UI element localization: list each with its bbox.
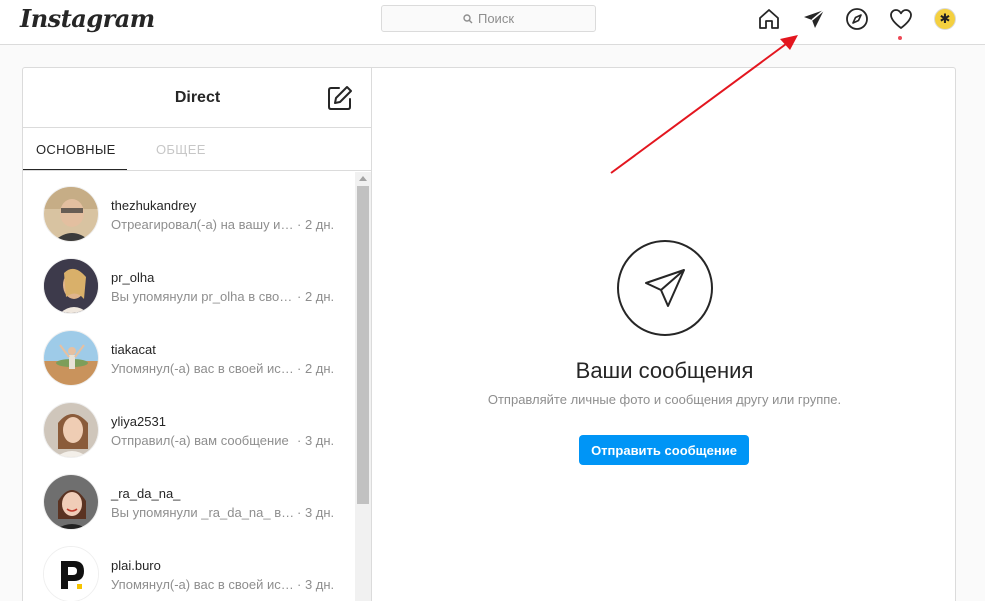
thread-time: · 2 дн.	[297, 289, 335, 304]
direct-icon	[645, 269, 685, 307]
tab-general[interactable]: ОБЩЕЕ	[156, 142, 206, 157]
thread-item[interactable]: pr_olha Вы упомянули pr_olha в своей ист…	[23, 244, 355, 316]
search-placeholder: Поиск	[477, 11, 515, 26]
thread-preview: Упомянул(-а) вас в своей истории	[111, 577, 295, 592]
thread-username: plai.buro	[111, 558, 161, 573]
thread-username: thezhukandrey	[111, 198, 197, 213]
send-message-button[interactable]: Отправить сообщение	[579, 435, 749, 465]
thread-list: thezhukandrey Отреагировал(-а) на вашу и…	[23, 172, 355, 601]
explore-icon[interactable]	[845, 7, 869, 31]
thread-preview: Упомянул(-а) вас в своей истории	[111, 361, 295, 376]
thread-item[interactable]: thezhukandrey Отреагировал(-а) на вашу и…	[23, 172, 355, 244]
empty-state-subtitle: Отправляйте личные фото и сообщения друг…	[487, 392, 842, 407]
thread-item[interactable]: _ra_da_na_ Вы упомянули _ra_da_na_ в сво…	[23, 460, 355, 532]
inbox-title: Direct	[174, 89, 221, 106]
thread-preview: Отправил(-а) вам сообщение	[111, 433, 289, 448]
inbox-tabs: ОСНОВНЫЕ ОБЩЕЕ	[23, 128, 372, 171]
thread-username: _ra_da_na_	[111, 486, 181, 501]
avatar	[43, 474, 99, 530]
top-navigation-bar: Instagram Поиск ✱	[0, 0, 985, 45]
thread-list-panel: Direct ОСНОВНЫЕ ОБЩЕЕ thezhukandrey Отре…	[23, 68, 372, 601]
tab-primary[interactable]: ОСНОВНЫЕ	[36, 142, 116, 157]
direct-icon[interactable]	[802, 7, 826, 31]
avatar	[43, 186, 99, 242]
avatar	[43, 546, 99, 601]
avatar	[43, 402, 99, 458]
avatar	[43, 330, 99, 386]
messages-placeholder	[617, 240, 713, 336]
search-icon	[463, 13, 473, 23]
thread-username: tiakacat	[111, 342, 156, 357]
home-icon[interactable]	[757, 7, 781, 31]
inbox-header: Direct	[23, 68, 372, 128]
thread-username: yliya2531	[111, 414, 166, 429]
thread-preview: Вы упомянули pr_olha в своей истории	[111, 289, 295, 304]
active-tab-indicator	[23, 169, 127, 170]
thread-time: · 2 дн.	[297, 217, 335, 232]
notification-dot	[898, 36, 902, 40]
thread-preview: Вы упомянули _ra_da_na_ в своей истории	[111, 505, 295, 520]
thread-item[interactable]: yliya2531 Отправил(-а) вам сообщение · 3…	[23, 388, 355, 460]
empty-state-title: Ваши сообщения	[575, 358, 754, 383]
avatar	[43, 258, 99, 314]
thread-list-scrollbar[interactable]	[355, 172, 371, 601]
conversation-panel: Ваши сообщения Отправляйте личные фото и…	[373, 68, 956, 601]
thread-preview: Отреагировал(-а) на вашу историю	[111, 217, 295, 232]
search-box[interactable]: Поиск	[381, 5, 596, 32]
profile-avatar[interactable]: ✱	[934, 8, 956, 30]
thread-item[interactable]: plai.buro Упомянул(-а) вас в своей истор…	[23, 532, 355, 601]
instagram-logo[interactable]: Instagram	[20, 4, 155, 33]
thread-time: · 2 дн.	[297, 361, 335, 376]
activity-heart-icon[interactable]	[889, 7, 913, 31]
thread-time: · 3 дн.	[297, 505, 335, 520]
thread-username: pr_olha	[111, 270, 155, 285]
snowflake-icon: ✱	[939, 11, 951, 26]
scroll-up-arrow-icon[interactable]	[359, 176, 367, 181]
plai-buro-logo-icon	[44, 547, 98, 601]
direct-inbox-container: Direct ОСНОВНЫЕ ОБЩЕЕ thezhukandrey Отре…	[22, 67, 956, 601]
scrollbar-thumb[interactable]	[357, 186, 369, 504]
thread-time: · 3 дн.	[297, 577, 335, 592]
thread-item[interactable]: tiakacat Упомянул(-а) вас в своей истори…	[23, 316, 355, 388]
thread-time: · 3 дн.	[297, 433, 335, 448]
new-message-icon[interactable]	[327, 85, 353, 111]
